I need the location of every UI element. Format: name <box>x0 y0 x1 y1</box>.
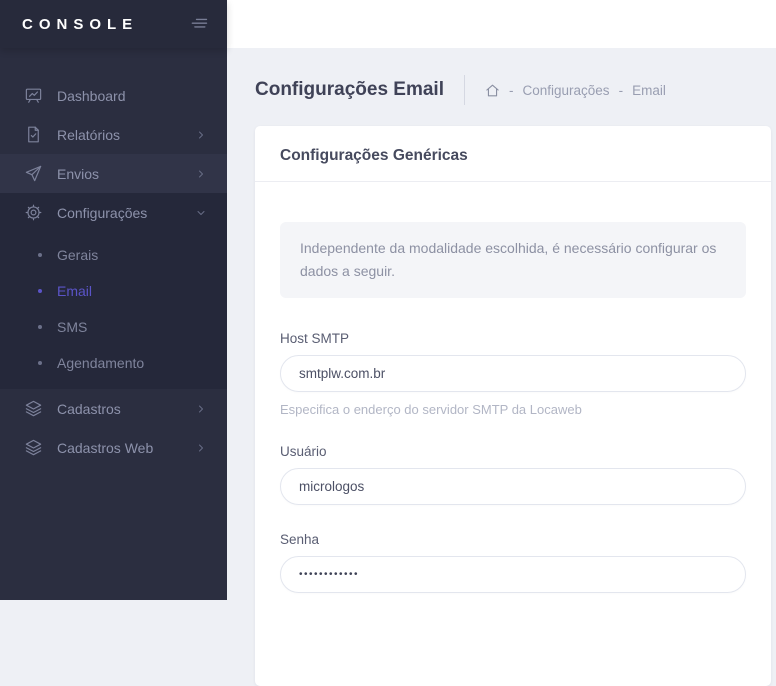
card-body: Independente da modalidade escolhida, é … <box>255 182 771 645</box>
sidebar-item-label: Agendamento <box>57 355 144 371</box>
report-icon <box>24 125 44 145</box>
senha-label: Senha <box>280 532 746 547</box>
sidebar-item-dashboard[interactable]: Dashboard <box>0 76 227 115</box>
breadcrumb-item-configuracoes[interactable]: Configurações <box>523 83 610 98</box>
bullet-icon <box>38 325 42 329</box>
usuario-label: Usuário <box>280 444 746 459</box>
sidebar-item-sms[interactable]: SMS <box>0 309 227 345</box>
breadcrumb-separator: - <box>509 83 514 98</box>
sidebar-item-label: Configurações <box>57 205 195 221</box>
chevron-right-icon <box>195 129 207 141</box>
send-icon <box>24 164 44 184</box>
host-smtp-input[interactable] <box>280 355 746 392</box>
page-header: Configurações Email - Configurações - Em… <box>227 48 776 126</box>
sidebar-group-configuracoes: Configurações Gerais Email SMS <box>0 193 227 389</box>
sidebar-item-email[interactable]: Email <box>0 273 227 309</box>
sidebar-item-label: Cadastros Web <box>57 440 195 456</box>
breadcrumb: - Configurações - Email <box>485 83 666 98</box>
sidebar-item-envios[interactable]: Envios <box>0 154 227 193</box>
home-icon[interactable] <box>485 83 500 98</box>
usuario-input[interactable] <box>280 468 746 505</box>
gear-icon <box>24 203 44 223</box>
host-smtp-help: Especifica o enderço do servidor SMTP da… <box>280 402 746 417</box>
layers-icon <box>24 399 44 419</box>
sidebar: CONSOLE Dashboard <box>0 0 227 600</box>
sidebar-item-cadastros[interactable]: Cadastros <box>0 389 227 428</box>
sidebar-item-gerais[interactable]: Gerais <box>0 237 227 273</box>
breadcrumb-separator: - <box>619 83 624 98</box>
info-notice: Independente da modalidade escolhida, é … <box>280 222 746 298</box>
chevron-right-icon <box>195 168 207 180</box>
chevron-right-icon <box>195 403 207 415</box>
page-title: Configurações Email <box>255 79 444 101</box>
menu-toggle-icon[interactable] <box>189 14 209 34</box>
brand-logo: CONSOLE <box>22 16 138 33</box>
sidebar-item-label: Relatórios <box>57 127 195 143</box>
sidebar-item-agendamento[interactable]: Agendamento <box>0 345 227 381</box>
card-title: Configurações Genéricas <box>255 126 771 182</box>
bullet-icon <box>38 253 42 257</box>
sidebar-header: CONSOLE <box>0 0 227 48</box>
sidebar-item-label: Gerais <box>57 247 98 263</box>
layers-icon <box>24 438 44 458</box>
field-senha: Senha <box>280 532 746 593</box>
dashboard-icon <box>24 86 44 106</box>
sidebar-item-label: Email <box>57 283 92 299</box>
senha-input[interactable] <box>280 556 746 593</box>
field-usuario: Usuário <box>280 444 746 505</box>
host-smtp-label: Host SMTP <box>280 331 746 346</box>
settings-card: Configurações Genéricas Independente da … <box>255 126 771 686</box>
sidebar-item-label: SMS <box>57 319 87 335</box>
chevron-down-icon <box>195 207 207 219</box>
field-host-smtp: Host SMTP Especifica o enderço do servid… <box>280 331 746 417</box>
sidebar-item-label: Cadastros <box>57 401 195 417</box>
main-content: Configurações Email - Configurações - Em… <box>227 48 776 600</box>
chevron-right-icon <box>195 442 207 454</box>
topbar <box>227 0 776 48</box>
header-divider <box>464 75 465 105</box>
bullet-icon <box>38 289 42 293</box>
sidebar-item-label: Envios <box>57 166 195 182</box>
breadcrumb-item-email[interactable]: Email <box>632 83 666 98</box>
sidebar-menu: Dashboard Relatórios Envios <box>0 48 227 467</box>
bullet-icon <box>38 361 42 365</box>
sidebar-submenu-configuracoes: Gerais Email SMS Agendamento <box>0 232 227 389</box>
sidebar-item-relatorios[interactable]: Relatórios <box>0 115 227 154</box>
sidebar-item-configuracoes[interactable]: Configurações <box>0 193 227 232</box>
sidebar-item-label: Dashboard <box>57 88 207 104</box>
sidebar-item-cadastros-web[interactable]: Cadastros Web <box>0 428 227 467</box>
